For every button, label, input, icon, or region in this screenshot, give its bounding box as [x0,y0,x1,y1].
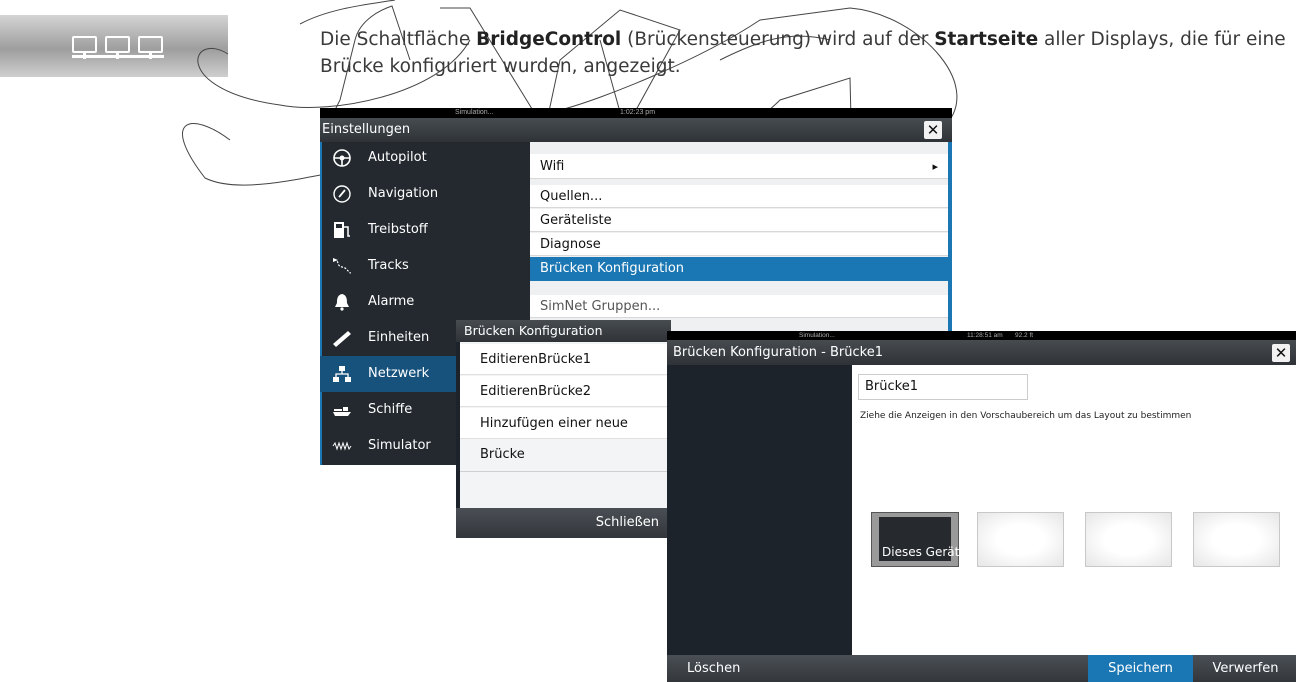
bridge-config-window: Simulation... 11:28:51 am 92.2 ft Brücke… [667,331,1296,682]
bridge-name-input[interactable]: Brücke1 [858,374,1028,400]
tracks-icon [333,258,352,274]
close-dialog-button[interactable]: Schließen [596,515,659,530]
menu-item-wifi[interactable]: Wifi ▸ [530,154,948,179]
sidebar-item-autopilot[interactable]: Autopilot [320,140,530,176]
close-button[interactable]: ✕ [924,121,942,139]
this-device-preview[interactable]: Dieses Gerät [871,512,959,567]
bridge-config-dialog: Brücken Konfiguration EditierenBrücke1 E… [456,320,671,538]
window-titlebar: Brücken Konfiguration - Brücke1 ✕ [667,340,1296,365]
close-button[interactable]: ✕ [1272,344,1290,362]
preview-slot[interactable] [1085,512,1172,567]
delete-button[interactable]: Löschen [687,655,747,682]
list-item-edit-bridge1[interactable]: EditierenBrücke1 [460,344,667,375]
menu-item-diagnostics[interactable]: Diagnose [530,233,948,256]
status-bar: Simulation... 11:28:51 am 92.2 ft [667,331,1296,340]
preview-slot[interactable] [1193,512,1280,567]
window-title: Einstellungen [322,122,411,137]
sidebar-item-tracks[interactable]: Tracks [320,248,530,284]
footer-bar: Löschen Speichern Verwerfen [667,655,1296,682]
caption-text: Die Schaltfläche BridgeControl (Brückens… [320,29,1286,77]
startseite-term: Startseite [934,29,1039,50]
discard-button[interactable]: Verwerfen [1195,655,1296,682]
sidebar-item-navigation[interactable]: Navigation [320,176,530,212]
bridgecontrol-term: BridgeControl [476,29,622,50]
sidebar-item-alarms[interactable]: Alarme [320,284,530,320]
menu-item-bridge-configuration[interactable]: Brücken Konfiguration [530,257,948,281]
menu-item-sources[interactable]: Quellen... [530,185,948,208]
menu-item-simnet-groups[interactable]: SimNet Gruppen... [530,295,948,318]
sidebar-item-fuel[interactable]: Treibstoff [320,212,530,248]
bell-icon [335,294,349,311]
steering-wheel-icon [333,149,351,167]
instruction-text: Ziehe die Anzeigen in den Vorschaubereic… [860,411,1192,421]
dialog-titlebar: Brücken Konfiguration [456,320,671,342]
ruler-icon [333,331,351,347]
menu-item-device-list[interactable]: Geräteliste [530,209,948,232]
compass-icon [333,185,351,203]
window-title: Brücken Konfiguration - Brücke1 [673,345,883,360]
ship-icon [333,407,351,416]
settings-titlebar: Einstellungen ✕ [320,118,952,142]
preview-slot[interactable] [977,512,1064,567]
list-item-edit-bridge2[interactable]: EditierenBrücke2 [460,376,667,407]
save-button[interactable]: Speichern [1088,655,1193,682]
list-item-add-bridge[interactable]: Hinzufügen einer neue Brücke [460,408,667,462]
display-list-panel [667,365,852,655]
fuel-pump-icon [334,222,350,238]
simulator-wave-icon [332,441,352,451]
chevron-right-icon: ▸ [932,160,938,173]
network-icon [333,366,351,382]
status-bar: Simulation... 1:02:23 pm [320,108,952,118]
